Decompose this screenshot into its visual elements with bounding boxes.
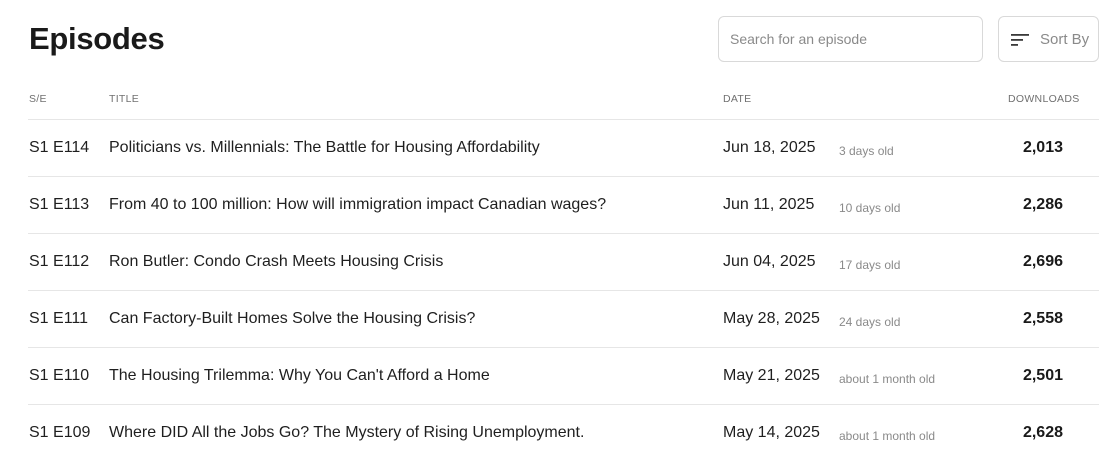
episode-downloads: 2,286 — [1022, 196, 1063, 213]
episode-age: about 1 month old — [839, 429, 936, 443]
episode-title[interactable]: Politicians vs. Millennials: The Battle … — [109, 139, 540, 157]
episode-row[interactable]: S1 E111 Can Factory-Built Homes Solve th… — [28, 290, 1099, 347]
episode-title[interactable]: Where DID All the Jobs Go? The Mystery o… — [109, 424, 584, 442]
episode-title[interactable]: From 40 to 100 million: How will immigra… — [109, 196, 606, 214]
episode-date: May 28, 2025 — [723, 310, 820, 327]
episode-number: S1 E114 — [29, 139, 90, 156]
episode-downloads: 2,558 — [1022, 310, 1063, 327]
episode-downloads: 2,696 — [1022, 253, 1063, 270]
episode-age: 10 days old — [839, 201, 901, 215]
episode-date: Jun 04, 2025 — [723, 253, 816, 270]
column-header-downloads: DOWNLOADS — [1008, 93, 1080, 105]
episode-age: 17 days old — [839, 258, 901, 272]
episode-date: May 21, 2025 — [723, 367, 820, 384]
episodes-page: Episodes Sort By S/E TITLE DATE DOWNLOAD… — [0, 0, 1116, 459]
sort-button[interactable]: Sort By — [998, 16, 1099, 62]
episode-row[interactable]: S1 E109 Where DID All the Jobs Go? The M… — [28, 404, 1099, 459]
episode-row[interactable]: S1 E112 Ron Butler: Condo Crash Meets Ho… — [28, 233, 1099, 290]
episode-row[interactable]: S1 E110 The Housing Trilemma: Why You Ca… — [28, 347, 1099, 404]
episode-title[interactable]: The Housing Trilemma: Why You Can't Affo… — [109, 367, 490, 385]
episode-downloads: 2,501 — [1022, 367, 1063, 384]
episode-age: 24 days old — [839, 315, 901, 329]
episode-age: 3 days old — [839, 144, 894, 158]
episode-row[interactable]: S1 E114 Politicians vs. Millennials: The… — [28, 119, 1099, 176]
episode-downloads: 2,628 — [1022, 424, 1063, 441]
episode-number: S1 E111 — [29, 310, 89, 327]
episode-title[interactable]: Ron Butler: Condo Crash Meets Housing Cr… — [109, 253, 443, 271]
page-title: Episodes — [29, 21, 165, 56]
column-header-date: DATE — [723, 93, 752, 105]
episode-number: S1 E113 — [29, 196, 90, 213]
episode-downloads: 2,013 — [1022, 139, 1063, 156]
episode-date: Jun 18, 2025 — [723, 139, 816, 156]
sort-lines-icon — [1011, 34, 1029, 46]
episode-number: S1 E112 — [29, 253, 90, 270]
column-header-se: S/E — [29, 93, 47, 105]
episode-row[interactable]: S1 E113 From 40 to 100 million: How will… — [28, 176, 1099, 233]
episode-list: S1 E114 Politicians vs. Millennials: The… — [28, 119, 1099, 459]
episode-number: S1 E110 — [29, 367, 90, 384]
episode-age: about 1 month old — [839, 372, 936, 386]
search-input[interactable] — [719, 17, 982, 61]
episode-date: May 14, 2025 — [723, 424, 820, 441]
column-header-title: TITLE — [109, 93, 140, 105]
episode-number: S1 E109 — [29, 424, 91, 441]
episode-date: Jun 11, 2025 — [723, 196, 815, 213]
episode-title[interactable]: Can Factory-Built Homes Solve the Housin… — [109, 310, 475, 328]
sort-label: Sort By — [1040, 31, 1090, 48]
search-box[interactable] — [718, 16, 983, 62]
